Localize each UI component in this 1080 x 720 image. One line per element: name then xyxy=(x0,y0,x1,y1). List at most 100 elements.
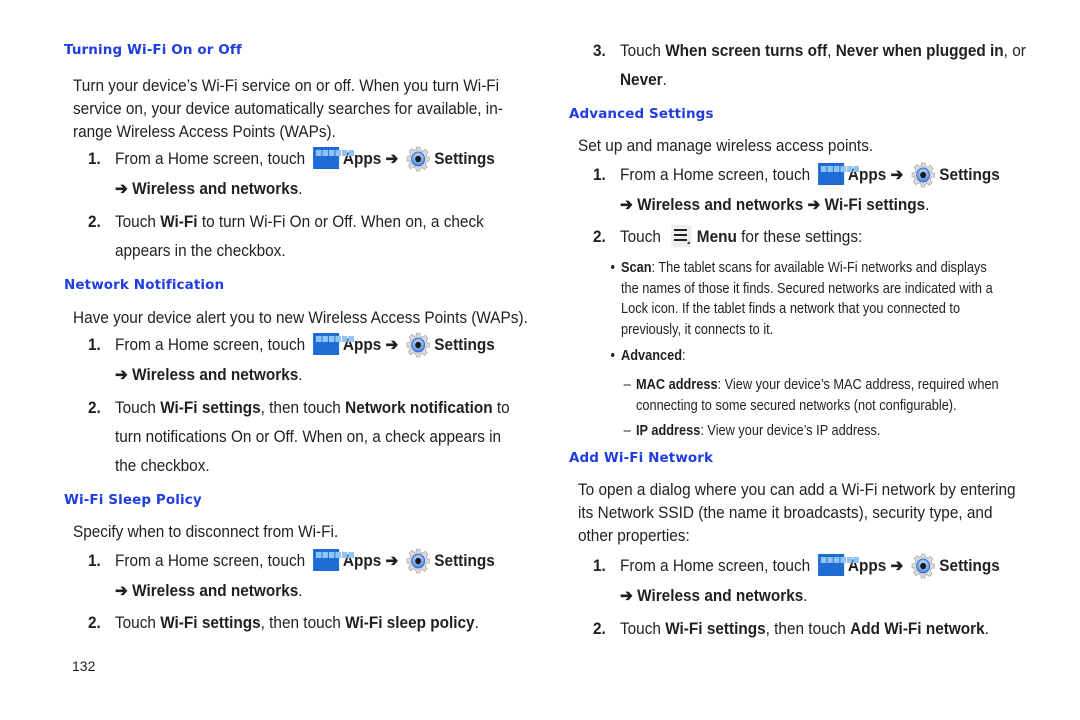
step-text: Touch xyxy=(619,42,661,60)
settings-gear-icon xyxy=(406,146,430,172)
apps-grid-icon xyxy=(313,333,355,355)
step-number: 2. xyxy=(593,620,606,638)
dash-icon: – xyxy=(623,377,631,393)
settings-label: Settings xyxy=(434,150,495,168)
step-text: From a Home screen, touch xyxy=(619,557,811,575)
never-when-plugged-in-label: Never when plugged in xyxy=(835,42,1004,60)
step-number: 3. xyxy=(593,42,606,60)
dash-text: : View your device’s MAC address, requir… xyxy=(717,377,999,393)
step-text: From a Home screen, touch xyxy=(114,336,306,354)
step-2-advanced-settings: 2. Touch Menu for these settings: xyxy=(593,223,862,252)
arrow-icon: ➔ xyxy=(385,150,399,168)
step-text: From a Home screen, touch xyxy=(619,166,811,184)
section-heading-add-wifi-network: Add Wi-Fi Network xyxy=(569,450,714,466)
step-text: Touch xyxy=(619,228,661,246)
settings-gear-icon xyxy=(406,332,430,358)
step-text: Touch xyxy=(114,213,156,231)
step-text: , then touch xyxy=(260,614,346,632)
wifi-settings-label: Wi-Fi settings xyxy=(160,399,261,417)
apps-grid-icon xyxy=(818,554,860,576)
section-intro-turning-wifi: Turn your device’s Wi-Fi service on or o… xyxy=(73,72,503,147)
period: . xyxy=(803,587,808,605)
bullet-scan: • Scan: The tablet scans for available W… xyxy=(610,258,992,340)
settings-label: Settings xyxy=(939,166,1000,184)
step-1-turning-wifi: 1. From a Home screen, touch Apps ➔ Setti… xyxy=(88,145,495,204)
arrow-icon: ➔ xyxy=(114,582,128,600)
step-text: . xyxy=(984,620,989,638)
mac-address-label: MAC address xyxy=(636,377,718,393)
step-number: 2. xyxy=(88,399,101,417)
step-number: 2. xyxy=(593,228,606,246)
step-text: for these settings: xyxy=(736,228,863,246)
step-1-network-notification: 1. From a Home screen, touch Apps ➔ Setti… xyxy=(88,331,495,390)
settings-gear-icon xyxy=(911,162,935,188)
step-text: Touch xyxy=(114,614,156,632)
settings-label: Settings xyxy=(434,336,495,354)
arrow-icon: ➔ xyxy=(890,557,904,575)
bullet-icon: • xyxy=(610,260,615,276)
step-2-network-notification: 2. Touch Wi-Fi settings, then touch Netwo… xyxy=(88,394,510,481)
step-number: 1. xyxy=(88,336,101,354)
settings-label: Settings xyxy=(939,557,1000,575)
arrow-icon: ➔ xyxy=(619,587,633,605)
step-number: 1. xyxy=(593,557,606,575)
arrow-icon: ➔ xyxy=(890,166,904,184)
wifi-settings-label: Wi-Fi settings xyxy=(160,614,261,632)
step-number: 1. xyxy=(593,166,606,184)
arrow-icon: ➔ xyxy=(619,196,633,214)
period: . xyxy=(298,582,303,600)
wifi-settings-label: Wi-Fi settings xyxy=(824,196,926,214)
step-text: , then touch xyxy=(260,399,346,417)
step-text: , or xyxy=(1003,42,1026,60)
scan-label: Scan xyxy=(621,260,652,276)
arrow-icon: ➔ xyxy=(385,336,399,354)
step-text: , xyxy=(827,42,836,60)
step-2-add-wifi-network: 2. Touch Wi-Fi settings, then touch Add W… xyxy=(593,615,989,644)
advanced-label: Advanced xyxy=(621,348,682,364)
step-text: turn notifications On or Off. When on, a… xyxy=(114,428,502,446)
bullet-icon: • xyxy=(610,348,615,364)
section-intro-add-wifi-network: To open a dialog where you can add a Wi-… xyxy=(578,476,1016,551)
step-number: 1. xyxy=(88,552,101,570)
bullet-text: previously, it connects to it. xyxy=(621,321,774,338)
never-label: Never xyxy=(619,71,663,89)
step-text: , then touch xyxy=(765,620,851,638)
step-text: Touch xyxy=(619,620,661,638)
step-text: From a Home screen, touch xyxy=(114,150,306,168)
bullet-text: : The tablet scans for available Wi-Fi n… xyxy=(651,260,987,276)
step-1-advanced-settings: 1. From a Home screen, touch Apps ➔ Setti… xyxy=(593,161,1000,220)
dash-icon: – xyxy=(623,423,631,439)
wifi-sleep-policy-label: Wi-Fi sleep policy xyxy=(345,614,475,632)
arrow-icon: ➔ xyxy=(385,552,399,570)
section-intro-wifi-sleep-policy: Specify when to disconnect from Wi-Fi. xyxy=(73,523,339,541)
step-number: 1. xyxy=(88,150,101,168)
add-wifi-network-label: Add Wi-Fi network xyxy=(850,620,985,638)
page-number: 132 xyxy=(72,658,96,674)
apps-grid-icon xyxy=(313,147,355,169)
section-intro-advanced-settings: Set up and manage wireless access points… xyxy=(578,137,874,155)
step-text: to xyxy=(492,399,510,417)
settings-gear-icon xyxy=(406,548,430,574)
apps-grid-icon xyxy=(313,549,355,571)
ip-address-label: IP address xyxy=(636,423,701,439)
wifi-label: Wi-Fi xyxy=(160,213,198,231)
menu-label: Menu xyxy=(696,228,737,246)
step-number: 2. xyxy=(88,213,101,231)
period: . xyxy=(298,366,303,384)
arrow-icon: ➔ xyxy=(807,196,821,214)
section-intro-network-notification: Have your device alert you to new Wirele… xyxy=(73,309,528,327)
when-screen-turns-off-label: When screen turns off xyxy=(665,42,828,60)
wireless-networks-label: Wireless and networks xyxy=(637,587,804,605)
arrow-icon: ➔ xyxy=(114,180,128,198)
bullet-text: Lock icon. If the tablet finds a network… xyxy=(621,301,961,317)
step-2-wifi-sleep-policy: 2. Touch Wi-Fi settings, then touch Wi-Fi… xyxy=(88,609,479,638)
dash-text: : View your device’s IP address. xyxy=(700,423,881,439)
step-1-wifi-sleep-policy: 1. From a Home screen, touch Apps ➔ Setti… xyxy=(88,547,495,606)
wireless-networks-label: Wireless and networks xyxy=(132,366,299,384)
dash-ip-address: – IP address: View your device’s IP addr… xyxy=(624,421,881,442)
dash-text: connecting to some secured networks (not… xyxy=(636,397,957,414)
step-3-wifi-sleep-policy: 3. Touch When screen turns off, Never whe… xyxy=(593,37,1026,95)
network-notification-label: Network notification xyxy=(345,399,493,417)
step-text: appears in the checkbox. xyxy=(114,242,286,260)
period: . xyxy=(925,196,930,214)
